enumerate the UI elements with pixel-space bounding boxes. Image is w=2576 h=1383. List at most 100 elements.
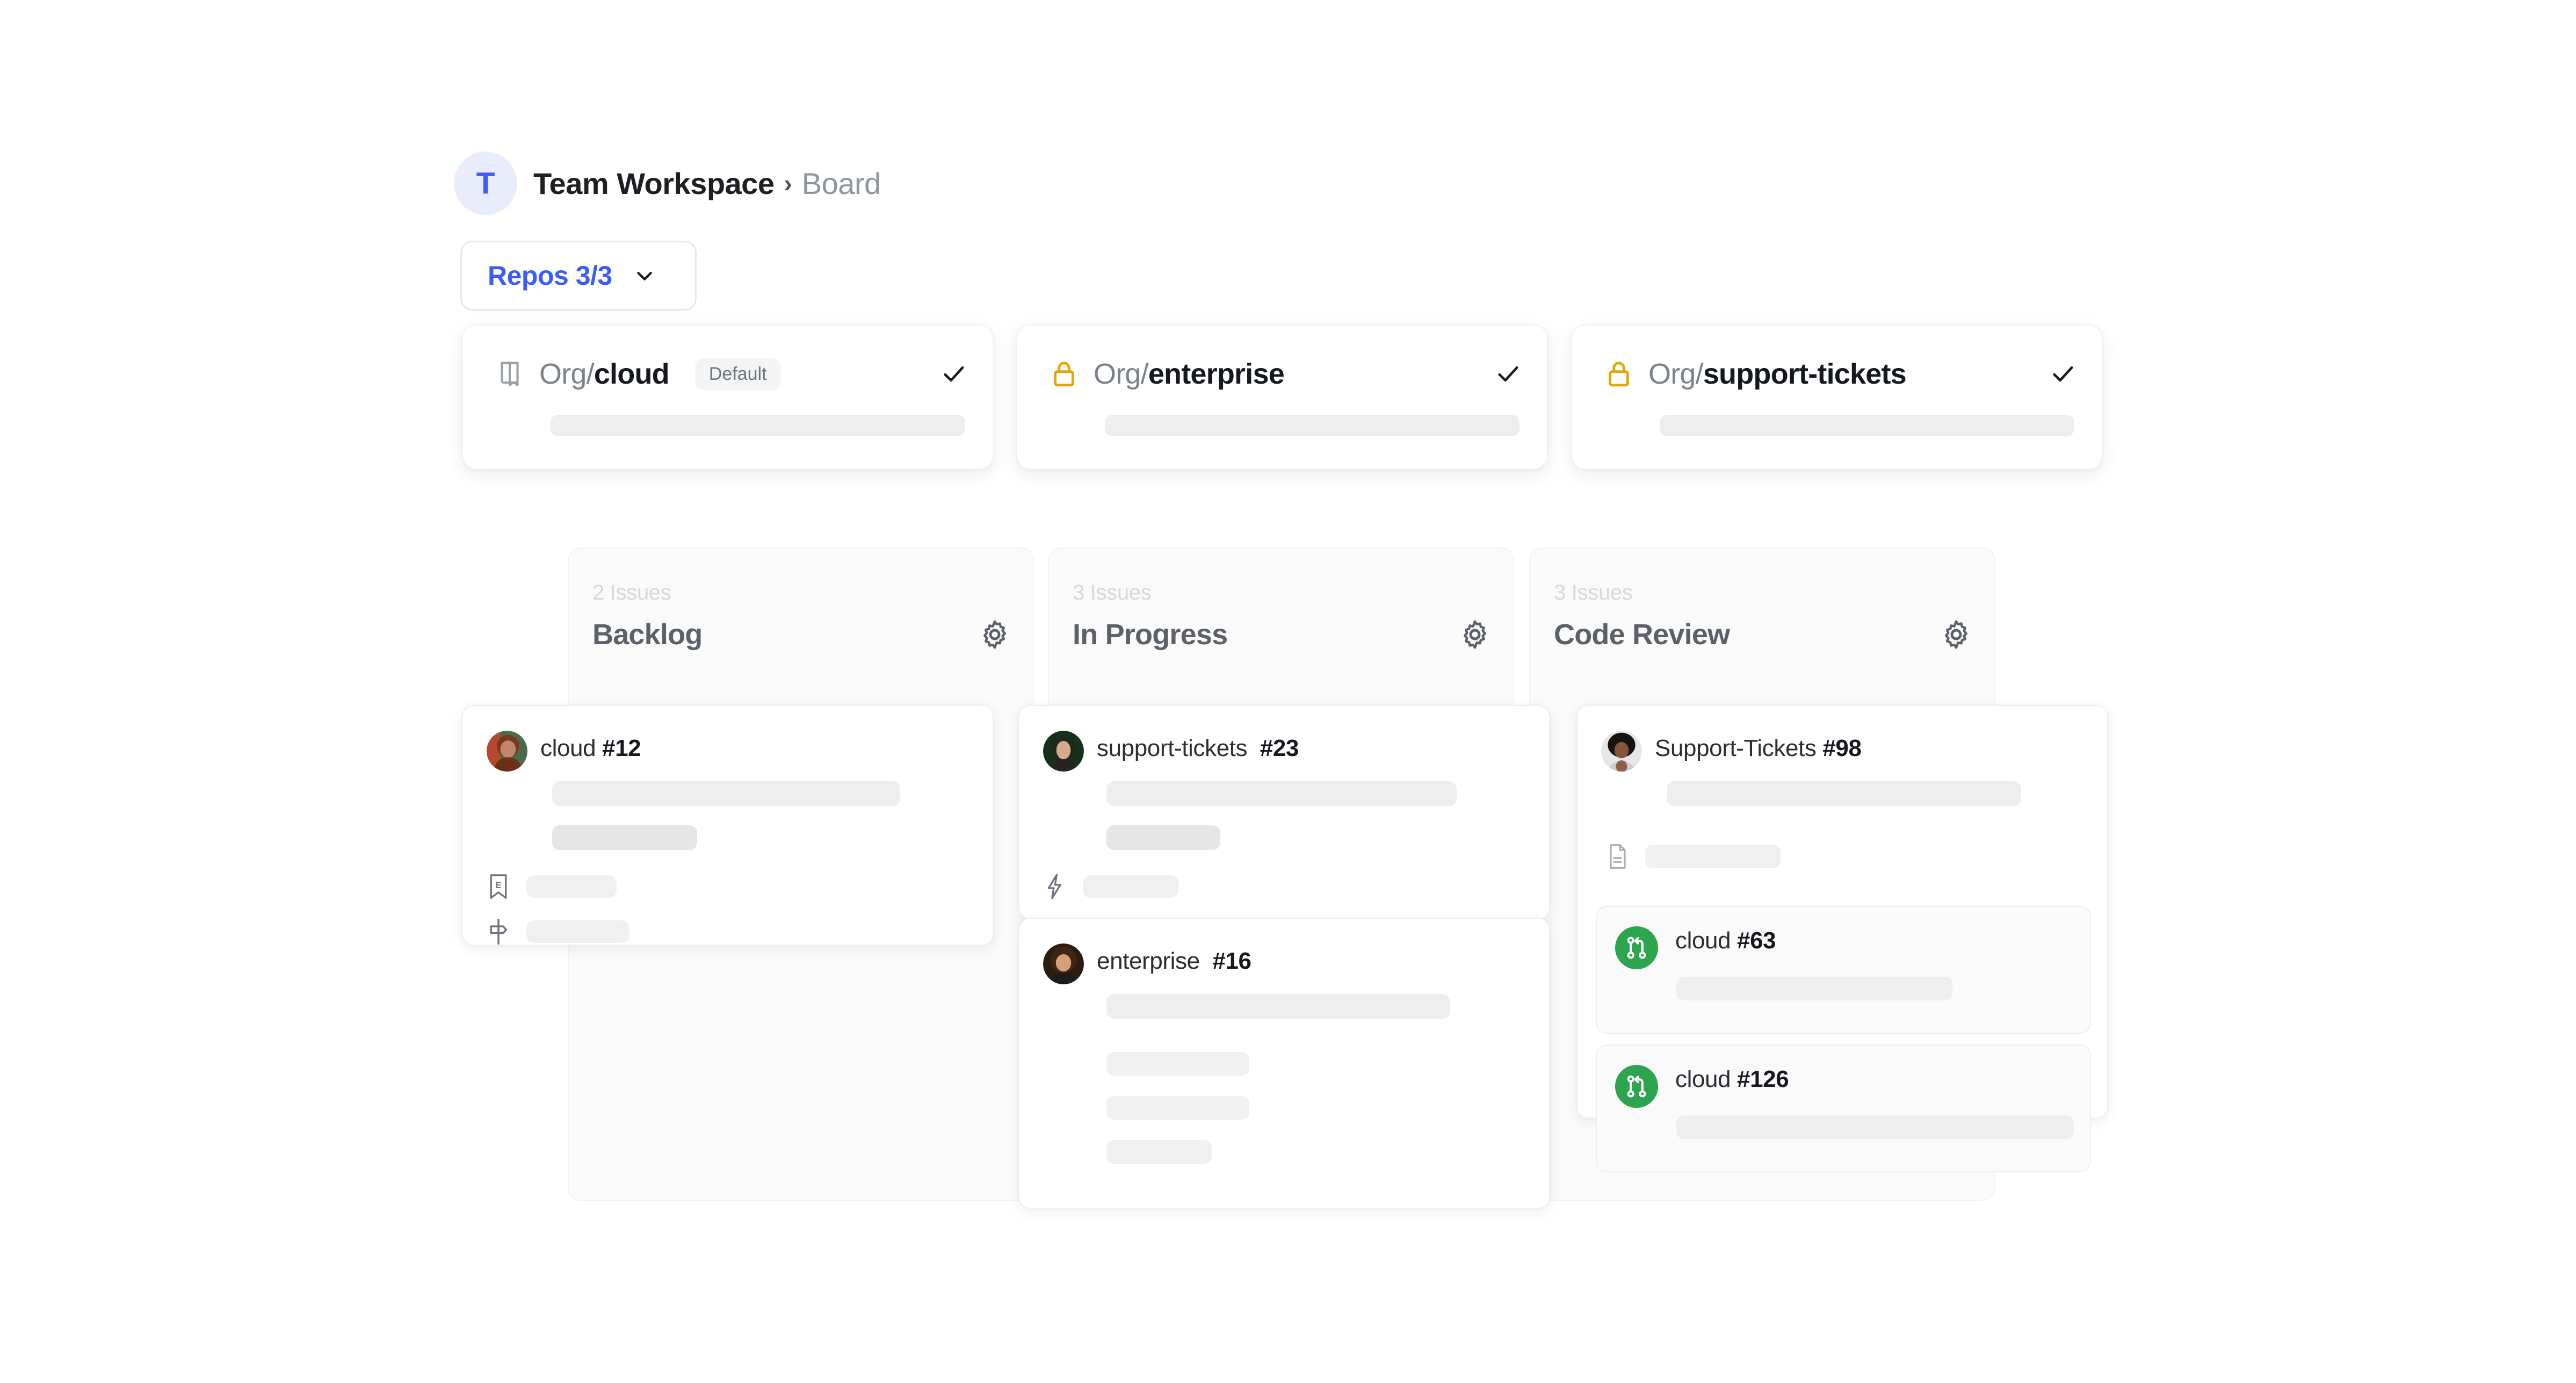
check-icon[interactable] — [2049, 360, 2077, 388]
column-header: 2 Issues Backlog — [592, 581, 1011, 651]
issue-repo: enterprise — [1097, 948, 1200, 974]
issue-card[interactable]: support-tickets #23 — [1018, 705, 1550, 920]
repos-filter-label: Repos 3/3 — [488, 260, 612, 291]
issue-meta-skeleton — [526, 875, 617, 898]
check-icon[interactable] — [1494, 360, 1522, 388]
issue-body-skeleton — [552, 825, 697, 850]
pull-request-skeleton — [1676, 1115, 2074, 1139]
issue-body-skeleton — [1106, 1140, 1212, 1164]
issue-card-header: support-tickets #23 — [1043, 731, 1299, 772]
column-title: Code Review — [1554, 618, 1730, 651]
issue-card-header: Support-Tickets #98 — [1601, 731, 1862, 772]
avatar — [487, 731, 527, 772]
column-title: In Progress — [1073, 618, 1227, 651]
pull-request-card[interactable]: cloud #63 — [1596, 906, 2091, 1034]
svg-text:E: E — [495, 881, 501, 890]
issue-meta-milestone: E — [487, 873, 617, 901]
repo-description-skeleton — [1105, 415, 1519, 436]
repo-card-support-tickets[interactable]: Org/support-tickets — [1571, 325, 2103, 470]
issue-card-title: Support-Tickets #98 — [1655, 731, 1862, 762]
issue-repo: Support-Tickets — [1655, 735, 1816, 761]
issue-card-title: enterprise #16 — [1097, 943, 1251, 975]
check-icon[interactable] — [940, 360, 968, 388]
issue-card-title: cloud #12 — [540, 731, 641, 762]
pull-request-card[interactable]: cloud #126 — [1596, 1045, 2091, 1172]
lock-icon — [1048, 358, 1080, 390]
gear-icon[interactable] — [978, 618, 1011, 651]
workspace-avatar[interactable]: T — [454, 152, 517, 215]
pull-request-title: cloud #63 — [1675, 927, 1776, 954]
repo-name: Org/support-tickets — [1648, 357, 1906, 391]
column-issue-count: 3 Issues — [1554, 581, 1973, 605]
issue-card[interactable]: cloud #12 E — [462, 705, 994, 946]
pr-repo: cloud — [1675, 1066, 1731, 1092]
issue-meta-document — [1605, 842, 1781, 870]
breadcrumb-workspace[interactable]: Team Workspace — [533, 166, 774, 201]
issue-card[interactable]: Support-Tickets #98 — [1576, 705, 2108, 1119]
chevron-right-icon: › — [784, 169, 792, 198]
breadcrumb-current: Board — [802, 166, 881, 201]
avatar — [1043, 731, 1084, 772]
pull-request-icon-badge — [1615, 1065, 1658, 1108]
issue-number: #23 — [1260, 735, 1299, 761]
repo-short-name: support-tickets — [1703, 358, 1906, 390]
pull-request-icon — [1623, 934, 1651, 962]
pr-number: #63 — [1737, 927, 1776, 954]
issue-body-skeleton — [1106, 1052, 1249, 1076]
pr-number: #126 — [1737, 1066, 1789, 1092]
repo-description-skeleton — [1660, 415, 2074, 436]
pr-repo: cloud — [1675, 927, 1731, 954]
repo-card-header: Org/cloud Default — [463, 326, 993, 422]
lock-icon — [1603, 358, 1634, 390]
gear-icon[interactable] — [1458, 618, 1492, 651]
repo-description-skeleton — [551, 415, 965, 436]
avatar — [1043, 943, 1084, 984]
repo-card-enterprise[interactable]: Org/enterprise — [1016, 325, 1548, 470]
document-icon — [1605, 842, 1629, 870]
issue-meta-label — [487, 918, 629, 946]
repos-filter-button[interactable]: Repos 3/3 — [460, 241, 697, 311]
column-header: 3 Issues In Progress — [1073, 581, 1492, 651]
gear-icon[interactable] — [1940, 618, 1973, 651]
repo-card-cloud[interactable]: Org/cloud Default — [462, 325, 994, 470]
repo-default-badge: Default — [695, 358, 781, 391]
issue-number: #16 — [1212, 948, 1251, 974]
repo-name: Org/cloud — [539, 357, 669, 391]
issue-title-skeleton — [1667, 781, 2021, 806]
issue-card-title: support-tickets #23 — [1097, 731, 1299, 762]
column-header: 3 Issues Code Review — [1554, 581, 1973, 651]
issue-title-skeleton — [552, 781, 900, 806]
repo-book-icon — [494, 358, 525, 390]
issue-number: #98 — [1822, 735, 1861, 761]
signpost-label-icon — [487, 918, 510, 946]
chevron-down-icon — [634, 265, 655, 286]
column-issue-count: 2 Issues — [592, 581, 1011, 605]
repo-owner: Org/ — [1648, 358, 1703, 390]
pull-request-skeleton — [1676, 977, 1952, 1000]
repo-name: Org/enterprise — [1094, 357, 1284, 391]
pull-request-icon — [1623, 1072, 1651, 1100]
milestone-bookmark-icon: E — [487, 873, 510, 901]
column-issue-count: 3 Issues — [1073, 581, 1492, 605]
issue-title-skeleton — [1106, 781, 1457, 806]
issue-repo: support-tickets — [1097, 735, 1247, 761]
column-title: Backlog — [592, 618, 702, 651]
issue-number: #12 — [602, 735, 641, 761]
lightning-bolt-icon — [1043, 873, 1067, 901]
pull-request-title: cloud #126 — [1675, 1066, 1789, 1093]
repo-short-name: cloud — [594, 358, 669, 390]
issue-card-header: cloud #12 — [487, 731, 641, 772]
issue-card-header: enterprise #16 — [1043, 943, 1251, 984]
app-root: T Team Workspace › Board Repos 3/3 Org/c… — [0, 0, 2576, 1383]
issue-meta-skeleton — [1083, 875, 1178, 898]
issue-body-skeleton — [1106, 1096, 1249, 1120]
issue-repo: cloud — [540, 735, 596, 761]
breadcrumb-text: Team Workspace › Board — [533, 166, 881, 201]
issue-meta-skeleton — [1645, 845, 1781, 868]
repo-card-header: Org/support-tickets — [1572, 326, 2102, 422]
repo-short-name: enterprise — [1148, 358, 1284, 390]
issue-card[interactable]: enterprise #16 — [1018, 918, 1550, 1209]
issue-meta-priority — [1043, 873, 1178, 901]
issue-title-skeleton — [1106, 994, 1450, 1019]
issue-body-skeleton — [1106, 825, 1220, 850]
